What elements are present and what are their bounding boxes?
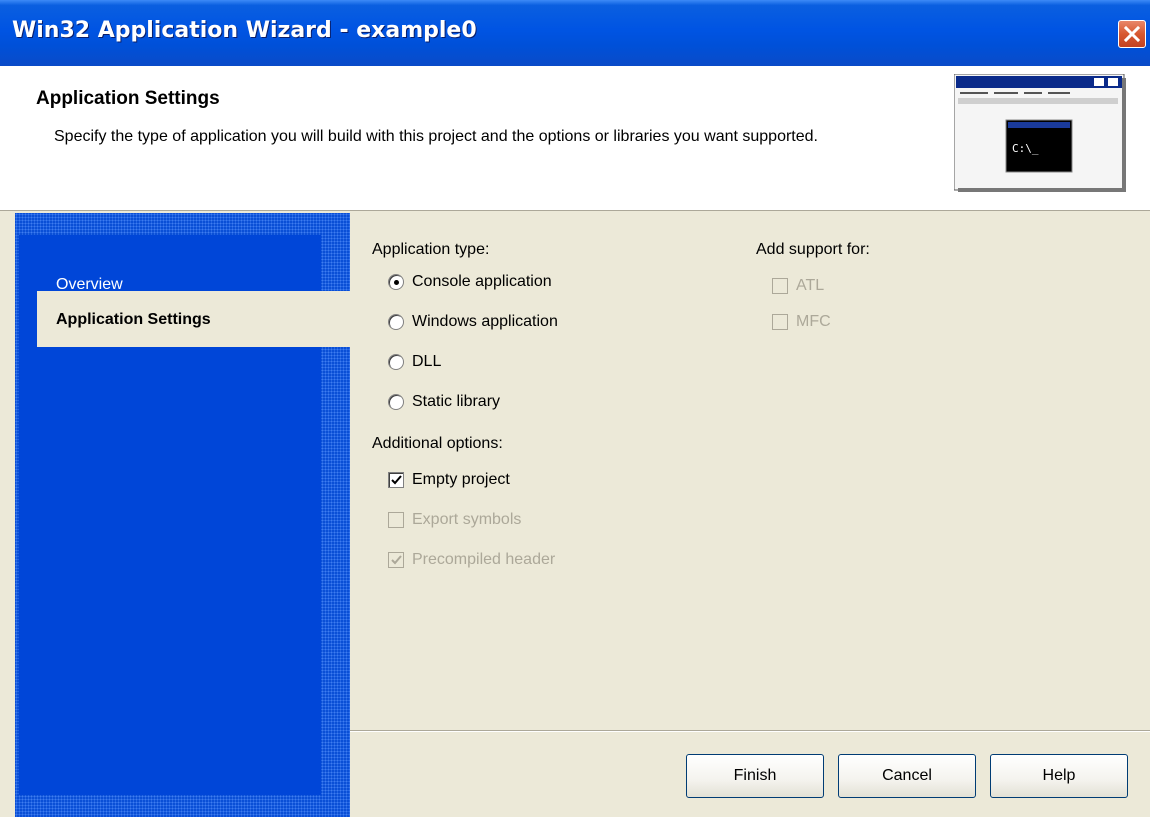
- radio-button-checked[interactable]: [388, 274, 404, 290]
- wizard-nav: Overview Application Settings: [15, 213, 365, 817]
- title-bar: Win32 Application Wizard - example0: [0, 0, 1150, 66]
- checkmark-icon: [391, 555, 402, 565]
- checkbox-disabled-checked: [388, 552, 404, 568]
- radio-button[interactable]: [388, 314, 404, 330]
- close-button[interactable]: [1118, 20, 1146, 48]
- page-description: Specify the type of application you will…: [54, 128, 818, 145]
- close-icon: [1123, 25, 1141, 43]
- radio-windows-application-label: Windows application: [412, 313, 558, 330]
- radio-dll-label: DLL: [412, 353, 442, 370]
- page-title: Application Settings: [36, 88, 220, 109]
- thumbnail-console-text: C:\_: [1012, 142, 1039, 155]
- checkbox-precompiled-header-label: Precompiled header: [412, 551, 556, 568]
- button-separator: [350, 730, 1150, 732]
- wizard-header: Application Settings Specify the type of…: [0, 66, 1150, 211]
- application-type-label: Application type:: [372, 241, 490, 258]
- checkbox-checked[interactable]: [388, 472, 404, 488]
- radio-button[interactable]: [388, 354, 404, 370]
- additional-options-label: Additional options:: [372, 435, 503, 452]
- cancel-button[interactable]: Cancel: [838, 754, 976, 798]
- settings-panel: Application type: Console application Wi…: [350, 213, 1150, 817]
- nav-item-application-settings-label: Application Settings: [56, 311, 211, 328]
- checkbox-disabled: [388, 512, 404, 528]
- console-window-icon: C:\_: [954, 74, 1126, 192]
- checkbox-mfc-label: MFC: [796, 313, 831, 330]
- radio-static-library-label: Static library: [412, 393, 501, 410]
- add-support-label: Add support for:: [756, 241, 870, 258]
- help-button[interactable]: Help: [990, 754, 1128, 798]
- checkmark-icon: [391, 475, 402, 485]
- checkbox-empty-project-label: Empty project: [412, 471, 510, 488]
- wizard-window: Win32 Application Wizard - example0 Appl…: [0, 0, 1150, 817]
- radio-button[interactable]: [388, 394, 404, 410]
- checkbox-export-symbols-label: Export symbols: [412, 511, 522, 528]
- checkbox-atl-label: ATL: [796, 277, 825, 294]
- finish-button[interactable]: Finish: [686, 754, 824, 798]
- checkbox-disabled: [772, 278, 788, 294]
- nav-item-application-settings[interactable]: Application Settings: [37, 291, 365, 347]
- window-title: Win32 Application Wizard - example0: [12, 18, 477, 43]
- radio-console-application-label: Console application: [412, 273, 552, 290]
- checkbox-disabled: [772, 314, 788, 330]
